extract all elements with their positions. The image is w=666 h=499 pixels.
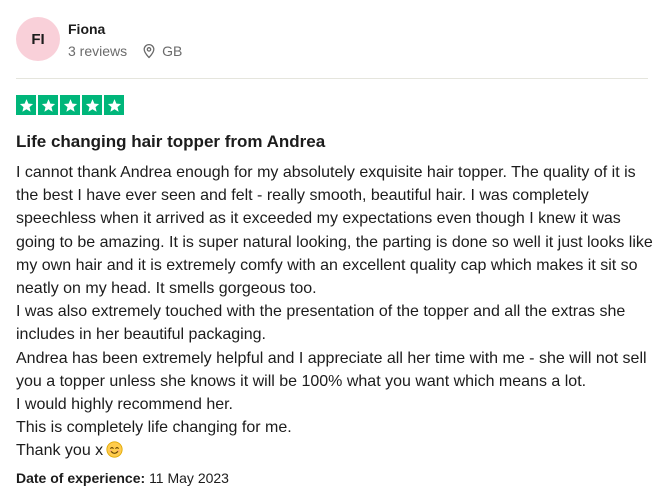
- star-icon: [104, 95, 124, 115]
- date-of-experience: Date of experience: 11 May 2023: [16, 469, 229, 487]
- star-icon: [60, 95, 80, 115]
- review-paragraph: This is completely life changing for me.: [16, 419, 292, 437]
- reviewer-header: FI Fiona 3 reviews GB: [16, 17, 182, 61]
- review-count: 3 reviews: [68, 43, 128, 59]
- star-icon: [38, 95, 58, 115]
- reviewer-info: Fiona 3 reviews GB: [68, 20, 182, 60]
- review-paragraph: Thank you x: [16, 442, 104, 460]
- reviewer-location: GB: [141, 42, 182, 60]
- review-card: FI Fiona 3 reviews GB Life changing hair…: [0, 0, 666, 499]
- star-icon: [16, 95, 36, 115]
- review-body: I cannot thank Andrea enough for my abso…: [16, 161, 656, 463]
- reviewer-name[interactable]: Fiona: [68, 20, 182, 38]
- review-title[interactable]: Life changing hair topper from Andrea: [16, 131, 325, 153]
- star-rating: [16, 95, 126, 115]
- review-paragraph: I would highly recommend her.: [16, 396, 233, 414]
- star-icon: [82, 95, 102, 115]
- divider: [16, 78, 648, 79]
- smiling-face-icon: [106, 441, 123, 459]
- country-code: GB: [162, 43, 183, 59]
- review-paragraph: Andrea has been extremely helpful and I …: [16, 349, 647, 390]
- review-paragraph: I was also extremely touched with the pr…: [16, 303, 626, 344]
- experience-date: 11 May 2023: [149, 470, 229, 486]
- location-pin-icon: [141, 43, 157, 59]
- review-paragraph: I cannot thank Andrea enough for my abso…: [16, 164, 653, 298]
- reviewer-meta: 3 reviews GB: [68, 42, 182, 60]
- avatar[interactable]: FI: [16, 17, 60, 61]
- experience-label: Date of experience:: [16, 470, 146, 486]
- review-closing: Thank you x: [16, 439, 656, 462]
